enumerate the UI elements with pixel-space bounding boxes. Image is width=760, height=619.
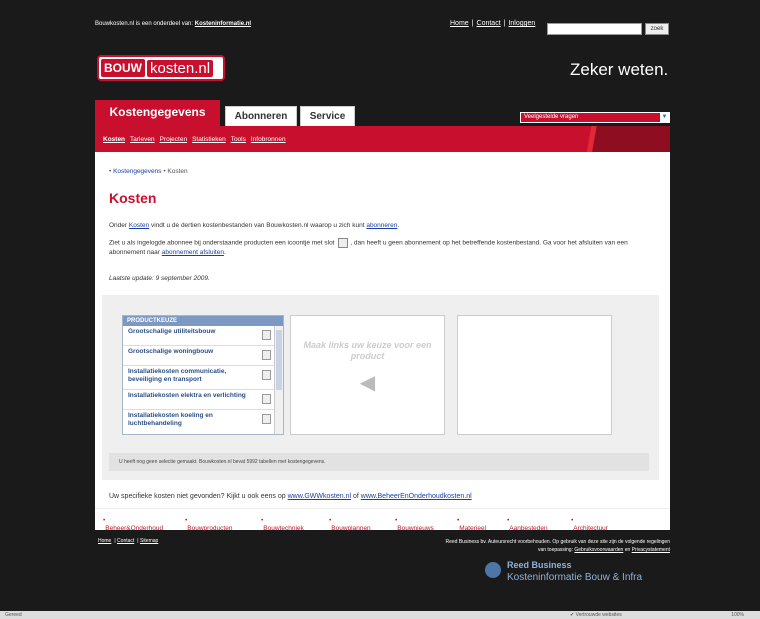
link-beheer-onderhoud[interactable]: • Beheer&Onderhoud <box>103 517 163 532</box>
link-bouwplannen[interactable]: • Bouwplannen <box>329 517 371 532</box>
browser-status-bar: Gereed ✔ Vertrouwde websites 100% <box>0 611 760 619</box>
page-title: Kosten <box>109 190 157 206</box>
choice-prompt: Maak links uw keuze voor een product <box>303 340 432 361</box>
decorative-stripe <box>570 126 670 152</box>
product-list: PRODUCTKEUZE Grootschalige utiliteitsbou… <box>122 315 284 435</box>
beheeronderhoud-link[interactable]: www.BeheerEnOnderhoudkosten.nl <box>361 493 472 500</box>
login-link[interactable]: Inloggen <box>508 20 535 27</box>
tab-kostengegevens[interactable]: Kostengegevens <box>95 100 220 126</box>
link-bouwproducten[interactable]: • Bouwproducten <box>185 517 232 532</box>
tab-service[interactable]: Service <box>300 106 355 126</box>
logo-part-kosten: kosten.nl <box>147 59 214 77</box>
faq-select[interactable]: Veelgestelde vragen ▼ <box>520 112 670 123</box>
footer-sitemap-link[interactable]: Sitemap <box>140 538 158 544</box>
link-materieel[interactable]: • Materieel <box>457 517 486 532</box>
breadcrumb: • Kostengegevens • Kosten <box>109 168 188 175</box>
chevron-down-icon: ▼ <box>660 113 669 122</box>
gebruiksvoorwaarden-link[interactable]: Gebruiksvoorwaarden <box>574 547 623 553</box>
kosteninformatie-link[interactable]: Kosteninformatie.nl <box>195 21 251 27</box>
product-panel: PRODUCTKEUZE Grootschalige utiliteitsbou… <box>102 295 659 480</box>
search-button[interactable]: zoek <box>645 23 669 35</box>
gwwkosten-link[interactable]: www.GWWkosten.nl <box>288 493 351 500</box>
main-content: • Kostengegevens • Kosten Kosten Onder K… <box>95 152 670 532</box>
subnav-infobronnen[interactable]: Infobronnen <box>251 136 286 143</box>
result-box <box>457 315 612 435</box>
list-item[interactable]: Grootschalige utiliteitsbouw <box>123 326 283 346</box>
footer-links: Home | Contact | Sitemap <box>98 538 159 544</box>
affiliation-text: Bouwkosten.nl is een onderdeel van: Kost… <box>95 21 252 27</box>
footer: Home | Contact | Sitemap Reed Business bv.… <box>95 530 670 600</box>
link-bouwtechniek[interactable]: • Bouwtechniek <box>261 517 304 532</box>
top-bar: Bouwkosten.nl is een onderdeel van: Kost… <box>95 17 670 35</box>
link-bouwnieuws[interactable]: • Bouwnieuws <box>395 517 434 532</box>
subnav-projecten[interactable]: Projecten <box>160 136 187 143</box>
selection-notice: U heeft nog geen selectie gemaakt. Bouwk… <box>109 453 649 471</box>
search-input[interactable] <box>547 23 642 35</box>
intro-paragraph-1: Onder Kosten vindt u de dertien kostenbe… <box>109 222 400 229</box>
subnav-kosten[interactable]: Kosten <box>103 136 125 143</box>
list-item[interactable]: Installatiekosten koeling en luchtbehand… <box>123 410 283 430</box>
zoom-level[interactable]: 100% <box>731 611 744 619</box>
last-update: Laatste update: 9 september 2009. <box>109 275 210 282</box>
subnav-statistieken[interactable]: Statistieken <box>192 136 226 143</box>
footer-home-link[interactable]: Home <box>98 538 111 544</box>
list-item[interactable]: Installatiekosten communicatie, beveilig… <box>123 366 283 390</box>
document-icon <box>262 370 271 380</box>
subnav-tools[interactable]: Tools <box>231 136 246 143</box>
choice-prompt-box: Maak links uw keuze voor een product ◀ <box>290 315 445 435</box>
list-item[interactable]: Installatiekosten elektra en verlichting <box>123 390 283 410</box>
subnav-tarieven[interactable]: Tarieven <box>130 136 155 143</box>
document-icon <box>262 350 271 360</box>
scrollbar-thumb[interactable] <box>276 330 282 390</box>
breadcrumb-kostengegevens[interactable]: Kostengegevens <box>113 168 161 175</box>
footer-contact-link[interactable]: Contact <box>117 538 134 544</box>
document-icon <box>262 394 271 404</box>
document-icon <box>262 414 271 424</box>
kosten-link[interactable]: Kosten <box>129 222 149 229</box>
legal-text: Reed Business bv. Auteursrecht voorbehou… <box>445 539 671 553</box>
link-aanbesteden[interactable]: • Aanbesteden <box>507 517 548 532</box>
bouwkosten-logo[interactable]: BOUW kosten.nl <box>97 55 225 81</box>
arrow-left-icon: ◀ <box>359 372 376 394</box>
product-list-header: PRODUCTKEUZE <box>123 316 283 326</box>
product-list-scrollbar[interactable] <box>274 326 283 434</box>
reed-business-logo: Reed Business Kosteninformatie Bouw & In… <box>485 560 670 588</box>
top-links: Home | Contact | Inloggen <box>450 20 536 27</box>
contact-link[interactable]: Contact <box>477 20 501 27</box>
home-link[interactable]: Home <box>450 20 469 27</box>
logo-part-bouw: BOUW <box>101 59 145 77</box>
intro-paragraph-2: Ziet u als ingelogde abonnee bij onderst… <box>109 238 628 256</box>
specifiek-text: Uw specifieke kosten niet gevonden? Kijk… <box>109 493 472 500</box>
abonnement-afsluiten-link[interactable]: abonnement afsluiten <box>162 249 224 256</box>
bottom-link-bar: • Beheer&Onderhoud • Bouwproducten • Bou… <box>95 508 670 532</box>
tagline: Zeker weten. <box>570 60 669 79</box>
list-item[interactable]: Grootschalige woningbouw <box>123 346 283 366</box>
link-architectuur[interactable]: • Architectuur <box>571 517 608 532</box>
reed-logo-icon <box>485 562 501 578</box>
abonneren-link[interactable]: abonneren <box>366 222 397 229</box>
document-icon <box>262 330 271 340</box>
sub-navigation: Kosten Tarieven Projecten Statistieken Tools… <box>95 126 670 152</box>
privacystatement-link[interactable]: Privacystatement <box>632 547 670 553</box>
tab-abonneren[interactable]: Abonneren <box>225 106 297 126</box>
breadcrumb-kosten: Kosten <box>167 168 188 175</box>
lock-icon <box>338 238 349 248</box>
trusted-sites-zone: ✔ Vertrouwde websites <box>570 612 622 618</box>
